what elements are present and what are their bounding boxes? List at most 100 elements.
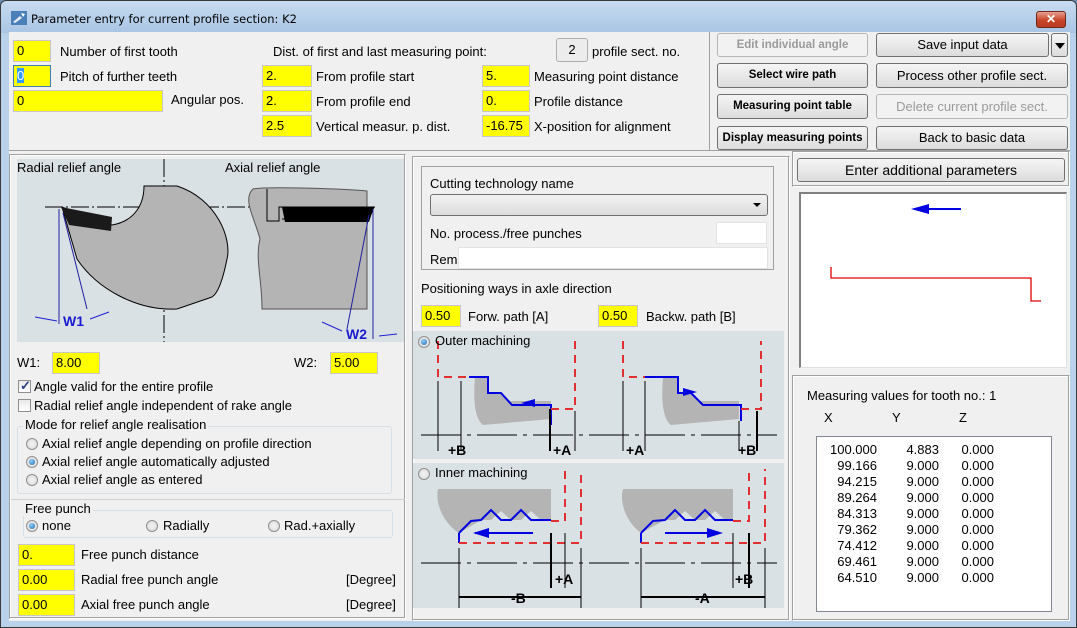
w1-input[interactable]: 8.00 bbox=[52, 352, 100, 374]
z-value: 0.000 bbox=[961, 490, 994, 505]
x-value: 99.166 bbox=[837, 458, 877, 473]
z-value: 0.000 bbox=[961, 554, 994, 569]
outer-machining-radio[interactable] bbox=[418, 336, 430, 348]
title-bar[interactable]: Parameter entry for current profile sect… bbox=[1, 1, 1076, 33]
table-row[interactable]: 99.166 9.000 0.000 bbox=[817, 458, 1047, 474]
inner-machining-radio[interactable] bbox=[418, 468, 430, 480]
z-value: 0.000 bbox=[961, 538, 994, 553]
axial-free-punch-angle-input[interactable]: 0.00 bbox=[18, 594, 75, 616]
edit-individual-angle-button[interactable]: Edit individual angle bbox=[717, 33, 868, 57]
angle-valid-entire-checkbox[interactable] bbox=[18, 378, 31, 394]
process-punches-input[interactable] bbox=[716, 222, 767, 244]
outer-plus-a-mark: +A bbox=[553, 442, 571, 458]
rem-label: Rem. bbox=[430, 252, 462, 267]
profile-preview bbox=[799, 192, 1067, 368]
forw-path-label: Forw. path [A] bbox=[468, 309, 549, 324]
column-header-y: Y bbox=[892, 410, 901, 425]
inner-plus-a-mark: +A bbox=[555, 571, 573, 587]
table-row[interactable]: 94.215 9.000 0.000 bbox=[817, 474, 1047, 490]
cutting-technology-select[interactable] bbox=[430, 194, 768, 216]
y-value: 9.000 bbox=[906, 554, 939, 569]
from-start-input[interactable]: 2. bbox=[262, 65, 312, 87]
rem-input[interactable] bbox=[458, 247, 768, 269]
radial-free-punch-angle-label: Radial free punch angle bbox=[81, 572, 219, 587]
forw-path-input[interactable]: 0.50 bbox=[421, 305, 461, 327]
free-punch-none-radio[interactable] bbox=[26, 520, 38, 532]
table-row[interactable]: 74.412 9.000 0.000 bbox=[817, 538, 1047, 554]
process-punches-label: No. process./free punches bbox=[430, 226, 582, 241]
w2-input[interactable]: 5.00 bbox=[330, 352, 378, 374]
relief-angle-drawing: W1 W2 bbox=[34, 159, 398, 342]
select-wire-path-button[interactable]: Select wire path bbox=[717, 63, 868, 88]
axial-tool-body bbox=[248, 187, 368, 310]
measuring-point-distance-label: Measuring point distance bbox=[534, 69, 679, 84]
radial-tool-body bbox=[61, 185, 229, 310]
measuring-point-table-button[interactable]: Measuring point table bbox=[717, 94, 868, 119]
table-row[interactable]: 84.313 9.000 0.000 bbox=[817, 506, 1047, 522]
table-row[interactable]: 100.000 4.883 0.000 bbox=[817, 442, 1047, 458]
profile-preview-drawing bbox=[830, 204, 1041, 302]
back-to-basic-button[interactable]: Back to basic data bbox=[876, 126, 1068, 150]
mode-option-radio[interactable] bbox=[26, 474, 38, 486]
outer-machining-diagram[interactable]: +B +A +A +B Outer machining bbox=[413, 331, 784, 459]
mode-group-title: Mode for relief angle realisation bbox=[23, 417, 209, 432]
z-value: 0.000 bbox=[961, 442, 994, 457]
close-icon: ✕ bbox=[1045, 12, 1057, 26]
y-value: 9.000 bbox=[906, 522, 939, 537]
process-other-profile-button[interactable]: Process other profile sect. bbox=[876, 63, 1068, 88]
axial-free-punch-angle-label: Axial free punch angle bbox=[81, 597, 210, 612]
profile-distance-label: Profile distance bbox=[534, 94, 623, 109]
angular-pos-input[interactable]: 0 bbox=[13, 90, 163, 112]
profile-distance-input[interactable]: 0. bbox=[482, 90, 530, 112]
display-measuring-points-button[interactable]: Display measuring points bbox=[717, 126, 868, 150]
from-end-label: From profile end bbox=[316, 94, 411, 109]
table-row[interactable]: 64.510 9.000 0.000 bbox=[817, 570, 1047, 586]
x-position-alignment-input[interactable]: -16.75 bbox=[482, 115, 530, 137]
backw-path-label: Backw. path [B] bbox=[646, 309, 736, 324]
delete-current-profile-button[interactable]: Delete current profile sect. bbox=[876, 94, 1068, 119]
table-row[interactable]: 79.362 9.000 0.000 bbox=[817, 522, 1047, 538]
profile-sect-no-field[interactable]: 2 bbox=[556, 38, 588, 62]
mode-option-label: Axial relief angle automatically adjuste… bbox=[42, 454, 270, 469]
inner-machining-label: Inner machining bbox=[435, 465, 528, 480]
first-tooth-input[interactable]: 0 bbox=[13, 40, 51, 62]
from-start-label: From profile start bbox=[316, 69, 415, 84]
z-value: 0.000 bbox=[961, 474, 994, 489]
radial-independent-label: Radial relief angle independent of rake … bbox=[34, 398, 293, 413]
vertical-dist-input[interactable]: 2.5 bbox=[262, 115, 312, 137]
free-punch-radially-radio[interactable] bbox=[146, 520, 158, 532]
free-punch-distance-label: Free punch distance bbox=[81, 547, 199, 562]
free-punch-group-title: Free punch bbox=[23, 501, 93, 516]
divider bbox=[11, 499, 405, 500]
measuring-point-distance-input[interactable]: 5. bbox=[482, 65, 530, 87]
dist-header: Dist. of first and last measuring point: bbox=[273, 44, 487, 59]
free-punch-rad-axially-label: Rad.+axially bbox=[284, 518, 356, 533]
angle-valid-entire-label: Angle valid for the entire profile bbox=[34, 379, 214, 394]
free-punch-rad-axially-radio[interactable] bbox=[268, 520, 280, 532]
backw-path-input[interactable]: 0.50 bbox=[598, 305, 638, 327]
z-value: 0.000 bbox=[961, 458, 994, 473]
outer-machining-drawing: +B +A +A +B bbox=[421, 341, 777, 458]
measuring-values-list[interactable]: 100.000 4.883 0.000 99.166 9.000 0.000 94.215 9… bbox=[816, 436, 1052, 612]
window-title: Parameter entry for current profile sect… bbox=[31, 12, 297, 26]
w1-label: W1: bbox=[17, 355, 41, 370]
from-end-input[interactable]: 2. bbox=[262, 90, 312, 112]
mode-option-label: Axial relief angle as entered bbox=[42, 472, 203, 487]
radial-independent-checkbox[interactable] bbox=[18, 399, 31, 412]
axial-free-punch-angle-unit: [Degree] bbox=[346, 597, 396, 612]
x-value: 94.215 bbox=[837, 474, 877, 489]
profile-line bbox=[830, 267, 1041, 302]
close-button[interactable]: ✕ bbox=[1036, 11, 1066, 28]
table-row[interactable]: 89.264 9.000 0.000 bbox=[817, 490, 1047, 506]
save-input-data-button[interactable]: Save input data bbox=[876, 33, 1049, 57]
inner-machining-diagram[interactable]: +A -B +B -A Inner machining bbox=[413, 463, 784, 608]
free-punch-distance-input[interactable]: 0. bbox=[18, 544, 75, 566]
radial-free-punch-angle-input[interactable]: 0.00 bbox=[18, 569, 75, 591]
save-options-dropdown[interactable] bbox=[1051, 33, 1068, 57]
enter-additional-parameters-button[interactable]: Enter additional parameters bbox=[797, 158, 1065, 182]
inner-plus-b-mark: +B bbox=[735, 571, 753, 587]
mode-option-radio[interactable] bbox=[26, 438, 38, 450]
table-row[interactable]: 69.461 9.000 0.000 bbox=[817, 554, 1047, 570]
mode-option-radio[interactable] bbox=[26, 456, 38, 468]
pitch-input[interactable]: 0 bbox=[13, 65, 51, 87]
